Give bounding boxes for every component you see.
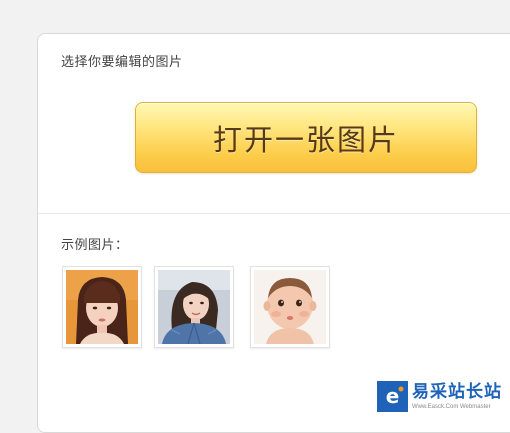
example-thumbnail-1[interactable] <box>62 266 142 348</box>
example-thumbnail-2[interactable] <box>154 266 234 348</box>
example-photo-woman-bangs <box>66 270 138 344</box>
example-photo-baby <box>254 270 326 344</box>
divider <box>38 213 510 214</box>
open-image-button[interactable]: 打开一张图片 <box>135 102 477 173</box>
watermark-subtitle: Www.Easck.Com Webmaster <box>412 403 491 410</box>
site-logo-icon: e <box>377 381 408 412</box>
svg-text:e: e <box>386 384 400 408</box>
watermark-title: 易采站长站 <box>412 381 502 402</box>
example-photo-woman-denim <box>158 270 230 344</box>
examples-label: 示例图片： <box>61 238 129 253</box>
editor-panel <box>37 33 510 433</box>
example-thumbnail-3[interactable] <box>250 266 330 348</box>
watermark-logo: e 易采站长站 Www.Easck.Com Webmaster <box>376 380 510 413</box>
section-title: 选择你要编辑的图片 <box>61 55 183 70</box>
open-image-button-label: 打开一张图片 <box>212 122 399 157</box>
